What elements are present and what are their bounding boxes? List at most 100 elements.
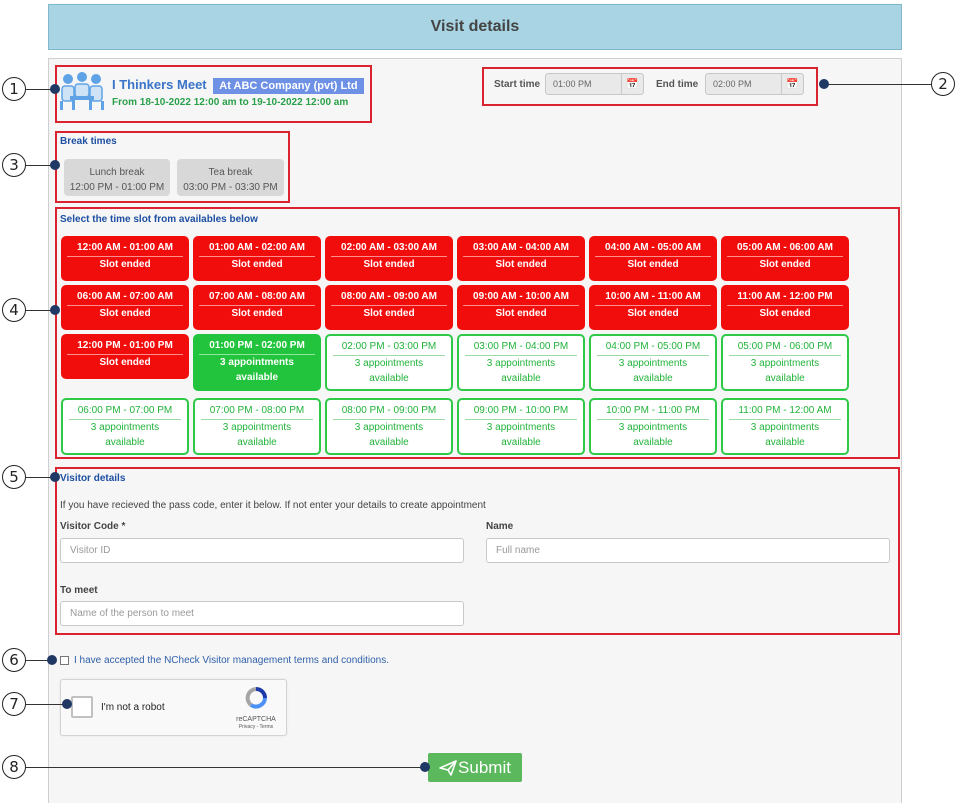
time-slot-available[interactable]: 08:00 PM - 09:00 PM 3 appointments availa… <box>325 398 453 455</box>
callout-line-2 <box>824 84 932 85</box>
visitor-code-placeholder: Visitor ID <box>70 545 111 556</box>
slot-status: 3 appointments available <box>90 422 160 448</box>
time-slot-ended[interactable]: 04:00 AM - 05:00 AM Slot ended <box>589 236 717 281</box>
slot-range: 09:00 AM - 10:00 AM <box>463 289 579 306</box>
calendar-icon[interactable]: 📅 <box>621 74 643 94</box>
callout-dot-3 <box>50 160 60 170</box>
end-time-value: 02:00 PM <box>713 79 752 89</box>
recaptcha-links[interactable]: Privacy - Terms <box>236 724 276 730</box>
slot-range: 11:00 AM - 12:00 PM <box>727 289 843 306</box>
slot-status: Slot ended <box>627 308 679 319</box>
callout-7: 7 <box>2 692 26 716</box>
slot-status: Slot ended <box>495 259 547 270</box>
slot-status: Slot ended <box>99 308 151 319</box>
recaptcha-logo: reCAPTCHA Privacy - Terms <box>236 686 276 730</box>
slot-status: Slot ended <box>759 259 811 270</box>
time-slot-available[interactable]: 05:00 PM - 06:00 PM 3 appointments availa… <box>721 334 849 391</box>
slot-range: 10:00 AM - 11:00 AM <box>595 289 711 306</box>
time-slot-ended[interactable]: 03:00 AM - 04:00 AM Slot ended <box>457 236 585 281</box>
slot-status: Slot ended <box>759 308 811 319</box>
time-slot-ended[interactable]: 12:00 PM - 01:00 PM Slot ended <box>61 334 189 379</box>
slot-status: 3 appointments available <box>618 358 688 384</box>
slot-range: 03:00 AM - 04:00 AM <box>463 240 579 257</box>
callout-6: 6 <box>2 648 26 672</box>
slot-range: 05:00 AM - 06:00 AM <box>727 240 843 257</box>
slot-range: 05:00 PM - 06:00 PM <box>729 339 841 356</box>
break-times-title: Break times <box>60 136 117 147</box>
slot-status: Slot ended <box>99 259 151 270</box>
slot-status: 3 appointments available <box>222 422 292 448</box>
recaptcha-label: I'm not a robot <box>101 702 165 713</box>
slot-range: 08:00 AM - 09:00 AM <box>331 289 447 306</box>
slot-range: 08:00 PM - 09:00 PM <box>333 403 445 420</box>
start-time-input[interactable]: 01:00 PM 📅 <box>545 73 644 95</box>
calendar-icon[interactable]: 📅 <box>781 74 803 94</box>
time-slot-ended[interactable]: 02:00 AM - 03:00 AM Slot ended <box>325 236 453 281</box>
time-slot-ended[interactable]: 12:00 AM - 01:00 AM Slot ended <box>61 236 189 281</box>
time-slot-ended[interactable]: 07:00 AM - 08:00 AM Slot ended <box>193 285 321 330</box>
visitor-code-label: Visitor Code * <box>60 521 126 532</box>
terms-checkbox[interactable] <box>60 656 69 665</box>
callout-dot-5 <box>50 472 60 482</box>
callout-line-7 <box>26 704 66 705</box>
slot-range: 01:00 AM - 02:00 AM <box>199 240 315 257</box>
to-meet-input[interactable]: Name of the person to meet <box>60 601 464 626</box>
slot-status: 3 appointments available <box>750 358 820 384</box>
slot-range: 06:00 AM - 07:00 AM <box>67 289 183 306</box>
callout-dot-6 <box>47 655 57 665</box>
time-slot-available[interactable]: 07:00 PM - 08:00 PM 3 appointments availa… <box>193 398 321 455</box>
slot-range: 12:00 AM - 01:00 AM <box>67 240 183 257</box>
slot-status: 3 appointments available <box>354 422 424 448</box>
meeting-date-range: From 18-10-2022 12:00 am to 19-10-2022 1… <box>112 97 349 108</box>
start-time-label: Start time <box>494 79 541 90</box>
time-slot-available[interactable]: 03:00 PM - 04:00 PM 3 appointments availa… <box>457 334 585 391</box>
time-slot-available[interactable]: 04:00 PM - 05:00 PM 3 appointments availa… <box>589 334 717 391</box>
time-slot-ended[interactable]: 09:00 AM - 10:00 AM Slot ended <box>457 285 585 330</box>
recaptcha-checkbox[interactable] <box>71 696 93 718</box>
submit-button[interactable]: Submit <box>428 753 522 782</box>
slot-status: Slot ended <box>495 308 547 319</box>
slot-status: Slot ended <box>363 259 415 270</box>
name-label: Name <box>486 521 514 532</box>
time-slot-available[interactable]: 06:00 PM - 07:00 PM 3 appointments availa… <box>61 398 189 455</box>
time-slot-ended[interactable]: 10:00 AM - 11:00 AM Slot ended <box>589 285 717 330</box>
terms-label[interactable]: I have accepted the NCheck Visitor manag… <box>74 655 389 666</box>
visitor-code-input[interactable]: Visitor ID <box>60 538 464 563</box>
time-slot-ended[interactable]: 08:00 AM - 09:00 AM Slot ended <box>325 285 453 330</box>
time-slot-available[interactable]: 02:00 PM - 03:00 PM 3 appointments availa… <box>325 334 453 391</box>
time-slot-available[interactable]: 09:00 PM - 10:00 PM 3 appointments availa… <box>457 398 585 455</box>
slot-range: 11:00 PM - 12:00 AM <box>729 403 841 420</box>
time-slot-ended[interactable]: 01:00 AM - 02:00 AM Slot ended <box>193 236 321 281</box>
time-slot-selected[interactable]: 01:00 PM - 02:00 PM 3 appointments availa… <box>193 334 321 391</box>
terms-row[interactable]: I have accepted the NCheck Visitor manag… <box>60 655 389 666</box>
slot-range: 04:00 PM - 05:00 PM <box>597 339 709 356</box>
time-slot-available[interactable]: 11:00 PM - 12:00 AM 3 appointments availa… <box>721 398 849 455</box>
slot-range: 02:00 AM - 03:00 AM <box>331 240 447 257</box>
time-slot-ended[interactable]: 11:00 AM - 12:00 PM Slot ended <box>721 285 849 330</box>
end-time-label: End time <box>656 79 699 90</box>
callout-dot-2 <box>819 79 829 89</box>
callout-dot-4 <box>50 305 60 315</box>
visitor-hint-text: If you have recieved the pass code, ente… <box>60 500 486 511</box>
slot-range: 04:00 AM - 05:00 AM <box>595 240 711 257</box>
to-meet-placeholder: Name of the person to meet <box>70 608 194 619</box>
slot-status: 3 appointments available <box>354 358 424 384</box>
slot-status: 3 appointments available <box>750 422 820 448</box>
paper-plane-icon <box>439 759 457 776</box>
time-slot-ended[interactable]: 06:00 AM - 07:00 AM Slot ended <box>61 285 189 330</box>
slot-range: 02:00 PM - 03:00 PM <box>333 339 445 356</box>
visitor-details-title: Visitor details <box>60 473 126 484</box>
slot-range: 10:00 PM - 11:00 PM <box>597 403 709 420</box>
break-name: Tea break <box>208 167 253 178</box>
callout-8: 8 <box>2 755 26 779</box>
slot-status: Slot ended <box>231 308 283 319</box>
meeting-icon <box>60 72 104 110</box>
time-slot-available[interactable]: 10:00 PM - 11:00 PM 3 appointments availa… <box>589 398 717 455</box>
time-slot-ended[interactable]: 05:00 AM - 06:00 AM Slot ended <box>721 236 849 281</box>
end-time-input[interactable]: 02:00 PM 📅 <box>705 73 804 95</box>
name-input[interactable]: Full name <box>486 538 890 563</box>
slot-status: 3 appointments available <box>220 357 294 383</box>
slot-status: Slot ended <box>99 357 151 368</box>
name-placeholder: Full name <box>496 545 540 556</box>
recaptcha-widget: I'm not a robot reCAPTCHA Privacy - Term… <box>60 679 287 736</box>
